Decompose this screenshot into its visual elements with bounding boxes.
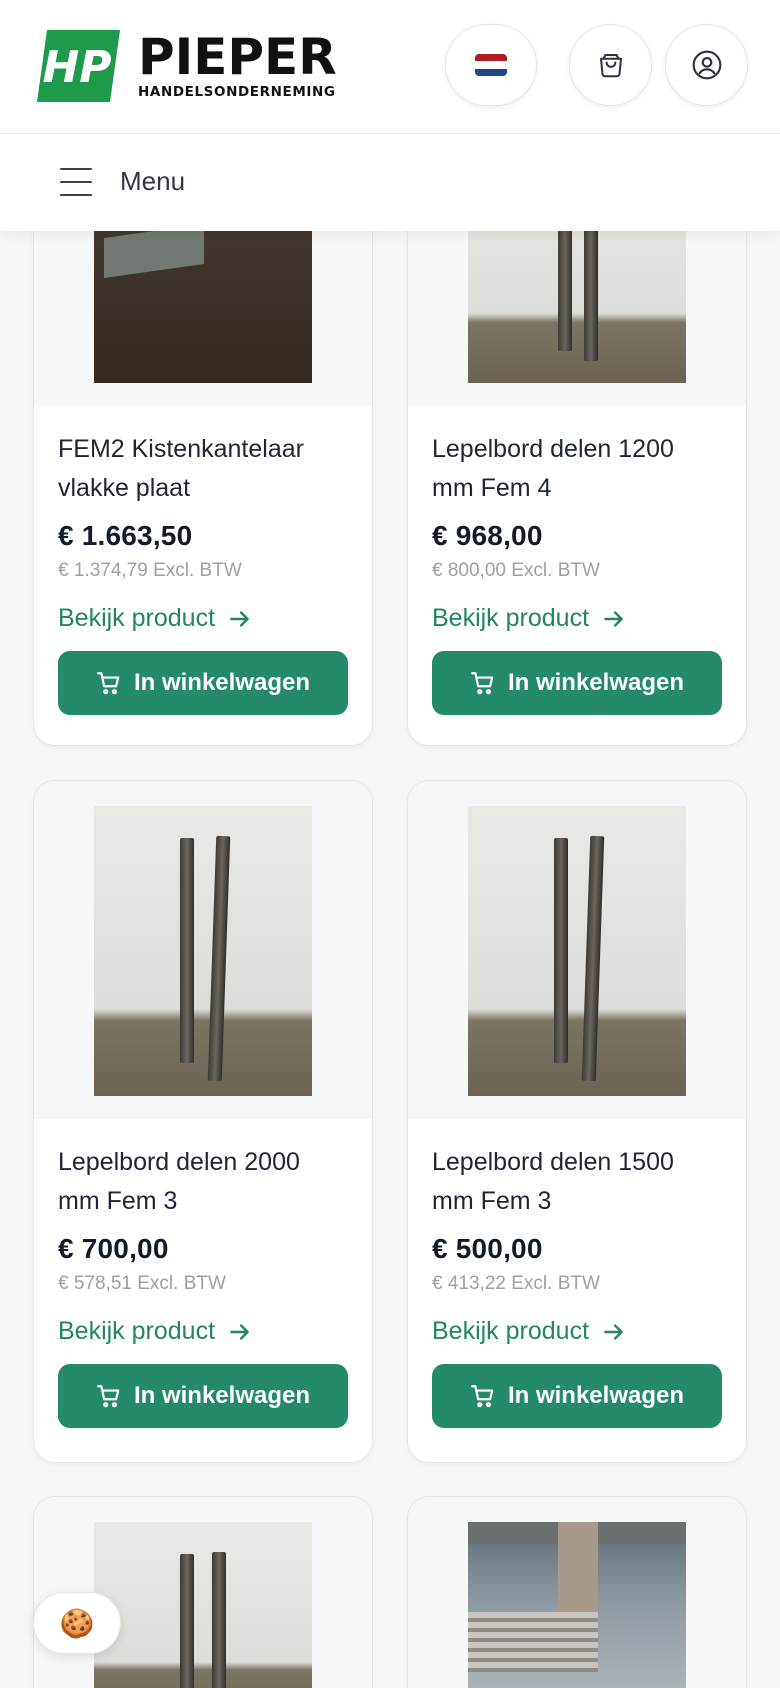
view-product-link[interactable]: Bekijk product	[58, 1317, 348, 1346]
add-to-cart-button[interactable]: In winkelwagen	[432, 1364, 722, 1428]
product-card[interactable]: FEM2 Kistenkantelaar vlakke plaat € 1.66…	[33, 150, 373, 746]
add-to-cart-label[interactable]: In winkelwagen	[508, 1382, 684, 1410]
add-to-cart-label[interactable]: In winkelwagen	[134, 669, 310, 697]
site-logo[interactable]: HP PIEPER HANDELSONDERNEMING	[37, 30, 337, 102]
hamburger-icon[interactable]	[60, 168, 92, 196]
cart-icon	[471, 1385, 494, 1408]
product-image[interactable]	[94, 1522, 312, 1688]
logo-name: PIEPER	[138, 28, 337, 86]
arrow-right-icon	[230, 610, 249, 627]
product-image[interactable]	[468, 806, 686, 1096]
product-price-excl: € 1.374,79 Excl. BTW	[58, 560, 242, 581]
product-price: € 1.663,50	[58, 520, 193, 551]
menu-bar[interactable]: Menu	[0, 134, 780, 231]
cart-icon	[97, 672, 120, 695]
shopping-bag-icon	[599, 54, 622, 78]
logo-subtitle: HANDELSONDERNEMING	[138, 84, 336, 100]
product-title[interactable]: Lepelbord delen 2000 mm Fem 3	[58, 1119, 348, 1221]
site-header: HP PIEPER HANDELSONDERNEMING	[0, 0, 780, 134]
product-price: € 700,00	[58, 1233, 169, 1264]
product-title[interactable]: Lepelbord delen 1200 mm Fem 4	[432, 406, 722, 508]
product-price-excl: € 800,00 Excl. BTW	[432, 560, 600, 581]
logo-initials: HP	[42, 42, 111, 93]
cart-icon	[97, 1385, 120, 1408]
user-circle-icon	[692, 50, 721, 80]
cart-icon	[471, 672, 494, 695]
language-button[interactable]	[445, 24, 537, 106]
cookie-icon: 🍪	[59, 1607, 95, 1639]
add-to-cart-button[interactable]: In winkelwagen	[432, 651, 722, 715]
add-to-cart-button[interactable]: In winkelwagen	[58, 1364, 348, 1428]
cart-button[interactable]	[569, 24, 652, 106]
arrow-right-icon	[604, 1323, 623, 1340]
product-price-excl: € 413,22 Excl. BTW	[432, 1273, 600, 1294]
product-card[interactable]: Lepelbord delen 1500 mm Fem 3 € 500,00 €…	[407, 780, 747, 1463]
add-to-cart-label[interactable]: In winkelwagen	[508, 669, 684, 697]
view-product-link[interactable]: Bekijk product	[432, 1317, 722, 1346]
flag-nl-icon	[475, 54, 507, 76]
product-price: € 968,00	[432, 520, 543, 551]
view-product-label[interactable]: Bekijk product	[58, 1317, 215, 1346]
view-product-label[interactable]: Bekijk product	[432, 1317, 589, 1346]
product-price: € 500,00	[432, 1233, 543, 1264]
product-title[interactable]: FEM2 Kistenkantelaar vlakke plaat	[58, 406, 348, 508]
product-image[interactable]	[94, 806, 312, 1096]
product-price-excl: € 578,51 Excl. BTW	[58, 1273, 226, 1294]
product-card[interactable]	[407, 1496, 747, 1688]
view-product-link[interactable]: Bekijk product	[58, 604, 348, 633]
account-button[interactable]	[665, 24, 748, 106]
arrow-right-icon	[230, 1323, 249, 1340]
product-card[interactable]: Lepelbord delen 2000 mm Fem 3 € 700,00 €…	[33, 780, 373, 1463]
add-to-cart-label[interactable]: In winkelwagen	[134, 1382, 310, 1410]
product-title[interactable]: Lepelbord delen 1500 mm Fem 3	[432, 1119, 722, 1221]
product-card[interactable]: Lepelbord delen 1200 mm Fem 4 € 968,00 €…	[407, 150, 747, 746]
product-image[interactable]	[468, 1522, 686, 1688]
arrow-right-icon	[604, 610, 623, 627]
add-to-cart-button[interactable]: In winkelwagen	[58, 651, 348, 715]
view-product-link[interactable]: Bekijk product	[432, 604, 722, 633]
menu-label[interactable]: Menu	[120, 166, 185, 197]
view-product-label[interactable]: Bekijk product	[58, 604, 215, 633]
view-product-label[interactable]: Bekijk product	[432, 604, 589, 633]
logo-mark-icon: HP	[37, 30, 120, 102]
cookie-settings-button[interactable]: 🍪	[33, 1592, 121, 1654]
